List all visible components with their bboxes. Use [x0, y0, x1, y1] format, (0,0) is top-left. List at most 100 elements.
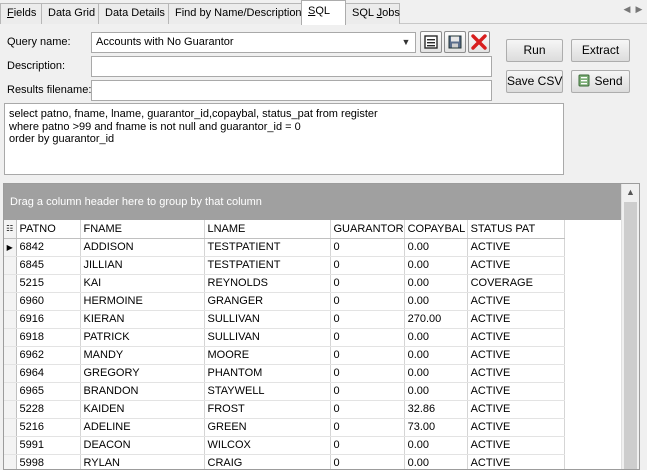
table-cell[interactable]: MOORE: [204, 346, 331, 365]
run-button[interactable]: Run: [506, 39, 563, 62]
table-cell[interactable]: 0.00: [404, 364, 468, 383]
table-cell[interactable]: GREGORY: [80, 364, 205, 383]
table-cell[interactable]: 0: [330, 418, 405, 437]
table-cell[interactable]: 6960: [16, 292, 81, 311]
table-cell[interactable]: 0.00: [404, 292, 468, 311]
table-cell[interactable]: 5215: [16, 274, 81, 293]
table-cell[interactable]: FROST: [204, 400, 331, 419]
table-cell[interactable]: 5216: [16, 418, 81, 437]
table-cell[interactable]: 0.00: [404, 454, 468, 469]
chevron-up-icon[interactable]: ▲: [622, 184, 639, 201]
table-cell[interactable]: 0.00: [404, 382, 468, 401]
table-cell[interactable]: 0: [330, 328, 405, 347]
table-cell[interactable]: 0.00: [404, 274, 468, 293]
tab-find-by-name[interactable]: Find by Name/Description: [168, 3, 302, 24]
table-cell[interactable]: 0.00: [404, 328, 468, 347]
table-cell[interactable]: KAI: [80, 274, 205, 293]
tab-scroll-left-icon[interactable]: ◀: [622, 4, 632, 18]
table-cell[interactable]: DEACON: [80, 436, 205, 455]
save-query-button[interactable]: [444, 31, 466, 53]
table-row[interactable]: 5215 KAI REYNOLDS 0 0.00 COVERAGE: [4, 274, 565, 293]
table-cell[interactable]: PHANTOM: [204, 364, 331, 383]
table-cell[interactable]: JILLIAN: [80, 256, 205, 275]
table-cell[interactable]: 6918: [16, 328, 81, 347]
table-cell[interactable]: SULLIVAN: [204, 328, 331, 347]
tab-sql[interactable]: SQL: [301, 0, 346, 25]
table-cell[interactable]: 6916: [16, 310, 81, 329]
table-cell[interactable]: 6845: [16, 256, 81, 275]
sql-editor[interactable]: select patno, fname, lname, guarantor_id…: [4, 103, 564, 175]
table-cell[interactable]: ACTIVE: [467, 418, 565, 437]
table-cell[interactable]: 5991: [16, 436, 81, 455]
delete-query-button[interactable]: [468, 31, 490, 53]
query-name-combo[interactable]: Accounts with No Guarantor ▼: [91, 32, 416, 53]
table-cell[interactable]: 5998: [16, 454, 81, 469]
table-cell[interactable]: 0.00: [404, 256, 468, 275]
table-cell[interactable]: STAYWELL: [204, 382, 331, 401]
table-cell[interactable]: BRANDON: [80, 382, 205, 401]
table-cell[interactable]: SULLIVAN: [204, 310, 331, 329]
description-field[interactable]: [91, 56, 492, 77]
open-query-button[interactable]: [420, 31, 442, 53]
table-cell[interactable]: 0: [330, 436, 405, 455]
table-cell[interactable]: COVERAGE: [467, 274, 565, 293]
group-by-panel[interactable]: Drag a column header here to group by th…: [4, 184, 621, 220]
save-csv-button[interactable]: Save CSV: [506, 70, 563, 93]
table-cell[interactable]: 0: [330, 364, 405, 383]
table-cell[interactable]: 5228: [16, 400, 81, 419]
table-row[interactable]: 5216 ADELINE GREEN 0 73.00 ACTIVE: [4, 418, 565, 437]
table-cell[interactable]: ACTIVE: [467, 346, 565, 365]
table-cell[interactable]: CRAIG: [204, 454, 331, 469]
table-cell[interactable]: 0: [330, 454, 405, 469]
tab-fields[interactable]: Fields: [0, 3, 42, 24]
column-chooser-icon[interactable]: ☷: [4, 220, 17, 239]
table-cell[interactable]: 0: [330, 292, 405, 311]
tab-data-grid[interactable]: Data Grid: [41, 3, 99, 24]
table-cell[interactable]: ACTIVE: [467, 310, 565, 329]
table-row[interactable]: 6965 BRANDON STAYWELL 0 0.00 ACTIVE: [4, 382, 565, 401]
table-cell[interactable]: 0.00: [404, 436, 468, 455]
table-cell[interactable]: HERMOINE: [80, 292, 205, 311]
tab-scroll-right-icon[interactable]: ▶: [634, 4, 644, 18]
table-cell[interactable]: 6842: [16, 238, 81, 257]
table-cell[interactable]: KIERAN: [80, 310, 205, 329]
results-filename-field[interactable]: [91, 80, 492, 101]
table-cell[interactable]: ACTIVE: [467, 238, 565, 257]
vertical-scrollbar[interactable]: ▲: [621, 184, 639, 469]
table-cell[interactable]: 6965: [16, 382, 81, 401]
table-cell[interactable]: 32.86: [404, 400, 468, 419]
extract-button[interactable]: Extract: [571, 39, 630, 62]
column-header-status-pat[interactable]: STATUS PAT: [467, 220, 565, 239]
table-cell[interactable]: ADELINE: [80, 418, 205, 437]
table-cell[interactable]: ACTIVE: [467, 256, 565, 275]
table-cell[interactable]: 0: [330, 346, 405, 365]
results-grid[interactable]: Drag a column header here to group by th…: [3, 183, 640, 470]
table-cell[interactable]: 0.00: [404, 346, 468, 365]
table-row[interactable]: 6918 PATRICK SULLIVAN 0 0.00 ACTIVE: [4, 328, 565, 347]
table-cell[interactable]: 270.00: [404, 310, 468, 329]
table-cell[interactable]: ACTIVE: [467, 400, 565, 419]
table-row[interactable]: 6960 HERMOINE GRANGER 0 0.00 ACTIVE: [4, 292, 565, 311]
table-cell[interactable]: ACTIVE: [467, 454, 565, 469]
table-cell[interactable]: REYNOLDS: [204, 274, 331, 293]
table-row[interactable]: 5228 KAIDEN FROST 0 32.86 ACTIVE: [4, 400, 565, 419]
table-row[interactable]: 6964 GREGORY PHANTOM 0 0.00 ACTIVE: [4, 364, 565, 383]
table-row[interactable]: 5998 RYLAN CRAIG 0 0.00 ACTIVE: [4, 454, 565, 469]
table-row[interactable]: 6845 JILLIAN TESTPATIENT 0 0.00 ACTIVE: [4, 256, 565, 275]
table-cell[interactable]: ADDISON: [80, 238, 205, 257]
table-cell[interactable]: 73.00: [404, 418, 468, 437]
table-cell[interactable]: 0: [330, 310, 405, 329]
table-cell[interactable]: 0: [330, 382, 405, 401]
table-row[interactable]: ▶ 6842 ADDISON TESTPATIENT 0 0.00 ACTIVE: [4, 238, 565, 257]
table-cell[interactable]: ACTIVE: [467, 364, 565, 383]
table-row[interactable]: 6962 MANDY MOORE 0 0.00 ACTIVE: [4, 346, 565, 365]
tab-sql-jobs[interactable]: SQL Jobs: [345, 3, 400, 24]
table-cell[interactable]: GREEN: [204, 418, 331, 437]
table-cell[interactable]: 6964: [16, 364, 81, 383]
table-cell[interactable]: 0: [330, 274, 405, 293]
chevron-down-icon[interactable]: ▼: [399, 35, 413, 50]
table-cell[interactable]: 0.00: [404, 238, 468, 257]
table-cell[interactable]: WILCOX: [204, 436, 331, 455]
table-row[interactable]: 5991 DEACON WILCOX 0 0.00 ACTIVE: [4, 436, 565, 455]
send-button[interactable]: Send: [571, 70, 630, 93]
